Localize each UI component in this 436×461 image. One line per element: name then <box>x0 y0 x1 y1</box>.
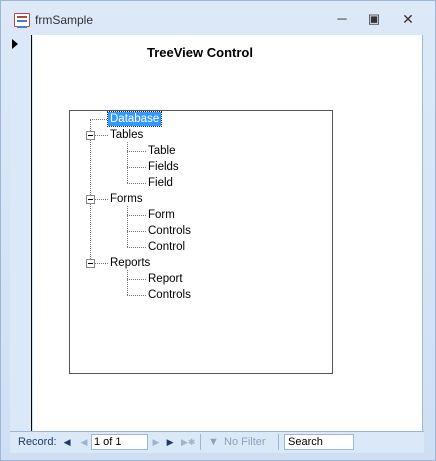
tree-line <box>90 119 91 265</box>
tree-node-report[interactable]: Report <box>148 272 183 286</box>
no-filter-button[interactable]: No Filter <box>224 436 266 448</box>
first-record-icon[interactable]: ◀ <box>62 436 74 448</box>
last-record-icon[interactable]: ▶ <box>165 436 177 448</box>
tree-line <box>127 270 128 295</box>
maximize-button[interactable]: ▣ <box>361 10 387 28</box>
form-title: TreeView Control <box>147 45 253 60</box>
tree-line <box>127 151 146 152</box>
tree-line <box>127 279 146 280</box>
form-icon <box>14 13 30 28</box>
next-record-icon[interactable]: ▶ <box>150 436 162 448</box>
form-window: frmSample ─ ▣ ✕ TreeView Control Databas… <box>0 0 436 461</box>
filter-icon: ▼ <box>208 436 219 448</box>
tree-node-database[interactable]: Database <box>106 111 163 127</box>
divider <box>200 434 201 450</box>
tree-line <box>127 206 128 247</box>
record-position-input[interactable]: 1 of 1 <box>91 434 148 450</box>
tree-node-report-controls[interactable]: Controls <box>148 288 191 302</box>
tree-line <box>127 215 146 216</box>
tree-line <box>94 135 108 136</box>
tree-node-control[interactable]: Control <box>148 240 185 254</box>
tree-line <box>127 231 146 232</box>
tree-node-reports[interactable]: Reports <box>110 256 150 270</box>
tree-node-fields[interactable]: Fields <box>148 160 179 174</box>
collapse-icon[interactable] <box>86 131 95 140</box>
tree-line <box>90 119 107 120</box>
record-navigation-bar: Record: ◀ ◀ 1 of 1 ▶ ▶ ▶✱ ▼ No Filter Se… <box>10 431 424 453</box>
divider <box>278 434 279 450</box>
close-button[interactable]: ✕ <box>395 10 421 28</box>
new-record-icon[interactable]: ▶✱ <box>181 436 195 448</box>
collapse-icon[interactable] <box>86 259 95 268</box>
tree-line <box>127 167 146 168</box>
tree-node-forms[interactable]: Forms <box>110 192 143 206</box>
window-title: frmSample <box>35 13 94 27</box>
tree-line <box>127 142 128 183</box>
treeview-control[interactable]: Database Tables Table Fields Field Forms… <box>69 110 333 374</box>
title-bar[interactable]: frmSample ─ ▣ ✕ <box>1 1 435 35</box>
tree-node-field[interactable]: Field <box>148 176 173 190</box>
search-input[interactable]: Search <box>284 434 354 450</box>
collapse-icon[interactable] <box>86 195 95 204</box>
tree-node-table[interactable]: Table <box>148 144 176 158</box>
tree-line <box>127 247 146 248</box>
tree-node-form[interactable]: Form <box>148 208 175 222</box>
record-selector[interactable] <box>10 35 32 431</box>
tree-line <box>127 295 146 296</box>
tree-node-controls[interactable]: Controls <box>148 224 191 238</box>
previous-record-icon[interactable]: ◀ <box>78 436 90 448</box>
tree-line <box>94 199 108 200</box>
minimize-button[interactable]: ─ <box>329 10 355 28</box>
current-record-icon <box>12 39 18 49</box>
record-label: Record: <box>18 436 57 448</box>
tree-line <box>127 183 146 184</box>
tree-node-tables[interactable]: Tables <box>110 128 143 142</box>
tree-line <box>94 263 108 264</box>
